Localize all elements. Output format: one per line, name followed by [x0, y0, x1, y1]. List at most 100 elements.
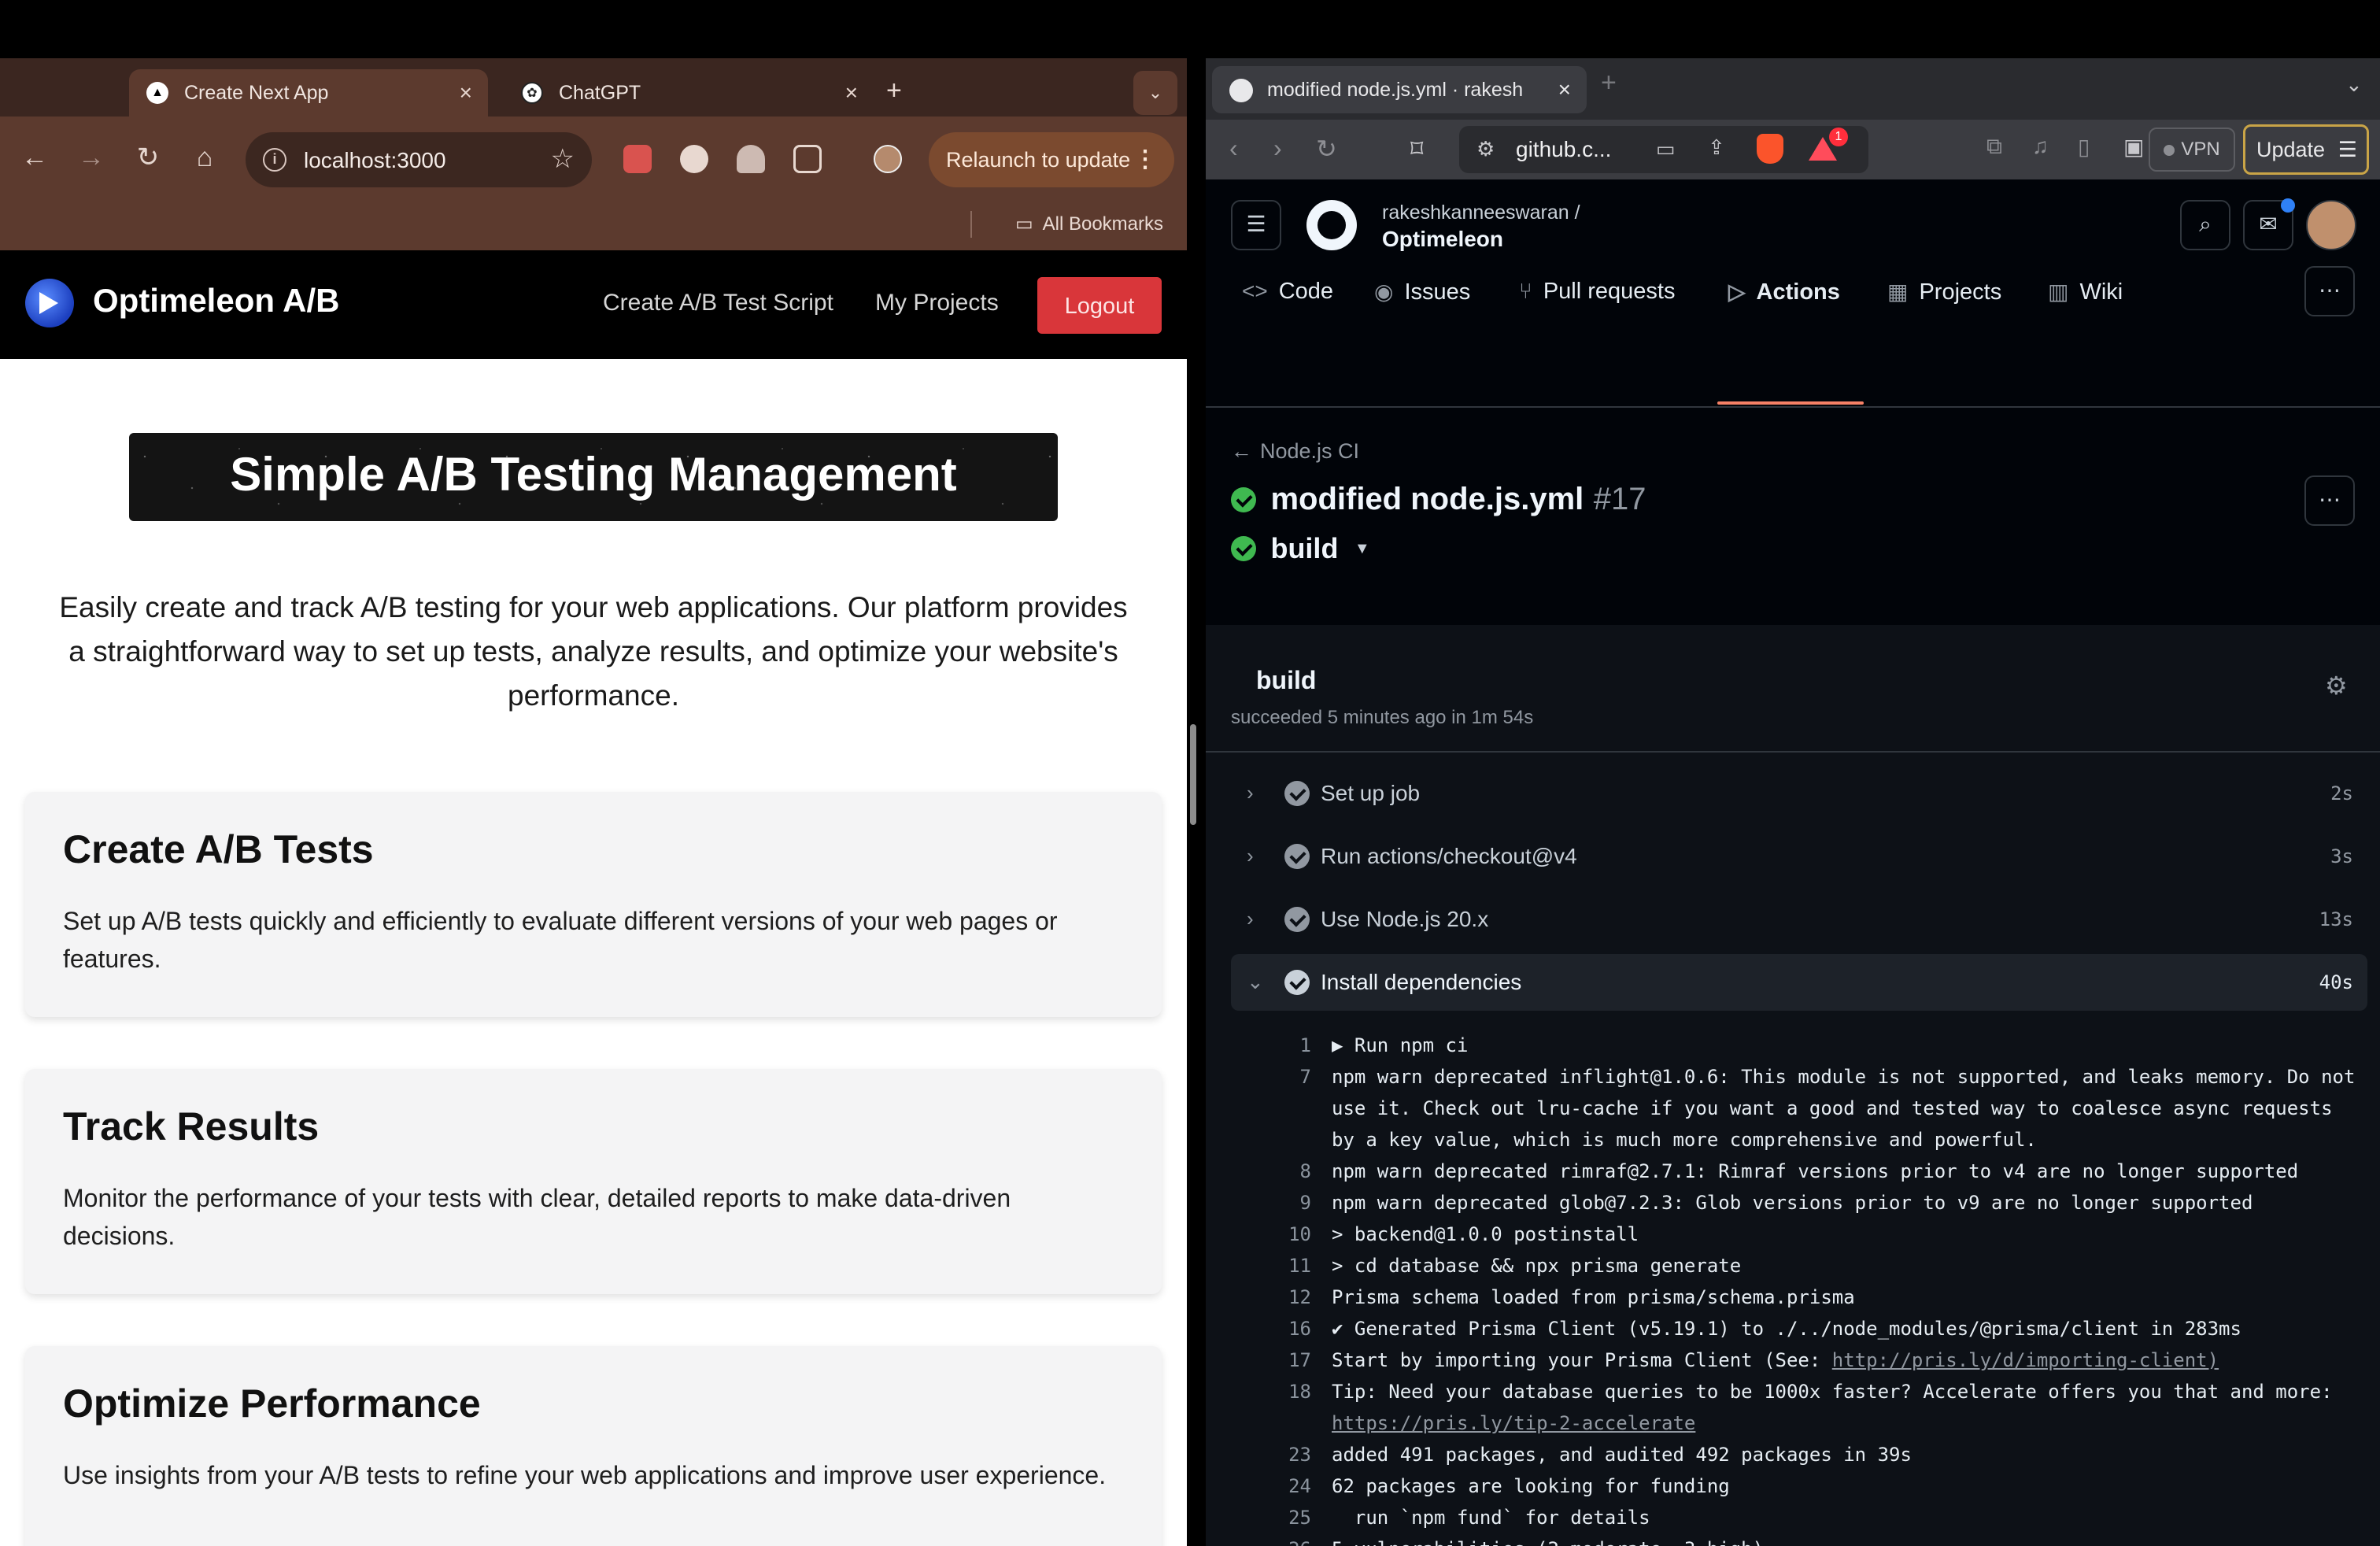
log-line-number[interactable]: 18 — [1206, 1376, 1311, 1407]
job-divider — [1206, 751, 2380, 753]
github-logo-icon[interactable] — [1306, 200, 1357, 250]
back-icon[interactable]: ← — [17, 142, 52, 173]
brave-shields-icon[interactable] — [1757, 134, 1783, 164]
new-tab-button[interactable]: + — [886, 76, 902, 106]
log-link[interactable]: http://pris.ly/d/importing-client) — [1832, 1349, 2219, 1371]
all-bookmarks-button[interactable]: ▭ All Bookmarks — [1015, 213, 1163, 235]
user-avatar[interactable] — [2306, 200, 2356, 250]
tab-issues[interactable]: ◉ Issues — [1374, 279, 1470, 305]
log-line-number[interactable]: 24 — [1206, 1470, 1311, 1502]
app-title[interactable]: Optimeleon A/B — [93, 282, 339, 320]
book-icon: ▥ — [2048, 279, 2069, 304]
caret-down-icon: ▼ — [1354, 539, 1370, 557]
run-more-options-icon[interactable]: ⋯ — [2304, 475, 2355, 526]
search-icon[interactable]: ⌕ — [2180, 200, 2230, 250]
log-link[interactable]: https://pris.ly/tip-2-accelerate — [1332, 1412, 1695, 1434]
tab-label: Wiki — [2079, 279, 2123, 305]
bookmark-icon[interactable]: ⌑ — [1410, 134, 1423, 164]
log-line-number[interactable]: 10 — [1206, 1219, 1311, 1250]
extension-puzzle-icon[interactable]: ⧉ — [1986, 134, 2002, 160]
address-bar[interactable]: i localhost:3000 ☆ — [246, 132, 592, 187]
log-line-number[interactable]: 9 — [1206, 1187, 1311, 1219]
url-text: github.c... — [1516, 137, 1612, 161]
tab-github-run[interactable]: modified node.js.yml · rakesh × — [1212, 66, 1587, 113]
log-line-text: ✔ Generated Prisma Client (v5.19.1) to .… — [1332, 1313, 2364, 1344]
log-line-number[interactable]: 23 — [1206, 1439, 1311, 1470]
log-line-number[interactable]: 11 — [1206, 1250, 1311, 1282]
update-button[interactable]: Update ☰ — [2243, 124, 2369, 175]
feature-card-create: Create A/B Tests Set up A/B tests quickl… — [25, 792, 1162, 1017]
sidebar-icon[interactable]: ▯ — [2078, 134, 2090, 160]
close-tab-icon[interactable]: × — [845, 80, 858, 105]
wallet-icon[interactable]: ▣ — [2123, 134, 2144, 160]
close-tab-icon[interactable]: × — [460, 80, 472, 105]
job-selector[interactable]: build ▼ — [1231, 532, 1370, 565]
step-duration: 3s — [2330, 845, 2353, 867]
reload-icon[interactable]: ↻ — [1316, 134, 1337, 164]
site-settings-icon[interactable]: ⚙ — [1476, 137, 1495, 161]
log-line-number[interactable]: 7 — [1206, 1061, 1311, 1093]
log-line-number[interactable]: 25 — [1206, 1502, 1311, 1533]
log-line-number[interactable]: 1 — [1206, 1030, 1311, 1061]
share-icon[interactable]: ⇪ — [1708, 135, 1725, 160]
back-icon[interactable]: ‹ — [1229, 134, 1238, 163]
tab-pull-requests[interactable]: ⑂ Pull requests — [1519, 279, 1675, 305]
global-nav-menu-icon[interactable]: ☰ — [1231, 200, 1281, 250]
settings-gear-icon[interactable]: ⚙ — [2325, 671, 2348, 701]
tab-create-next-app[interactable]: ▲ Create Next App × — [129, 69, 488, 117]
repo-owner-link[interactable]: rakeshkanneeswaran / — [1382, 202, 1580, 224]
profile-avatar[interactable] — [874, 145, 902, 173]
app-navbar: Optimeleon A/B Create A/B Test Script My… — [0, 250, 1187, 359]
tab-wiki[interactable]: ▥ Wiki — [2048, 279, 2123, 305]
more-tabs-icon[interactable]: ⋯ — [2304, 266, 2355, 316]
log-line-number[interactable]: 16 — [1206, 1313, 1311, 1344]
workflow-back-link[interactable]: ← Node.js CI — [1231, 439, 1359, 464]
nav-create-ab-test-script[interactable]: Create A/B Test Script — [603, 290, 833, 316]
inbox-icon[interactable]: ✉ — [2243, 198, 2295, 250]
log-line-text: npm warn deprecated inflight@1.0.6: This… — [1332, 1061, 2364, 1093]
log-line-number[interactable]: 12 — [1206, 1282, 1311, 1313]
issue-opened-icon: ◉ — [1374, 279, 1394, 304]
tab-list-chevron-icon[interactable]: ⌄ — [2345, 72, 2363, 97]
step-setup-node[interactable]: › Use Node.js 20.x 13s — [1231, 891, 2367, 948]
git-pull-request-icon: ⑂ — [1519, 279, 1532, 303]
forward-icon[interactable]: › — [1273, 134, 1282, 163]
extension-red-icon[interactable] — [623, 145, 652, 173]
repo-name-link[interactable]: Optimeleon — [1382, 227, 1503, 252]
tab-projects[interactable]: ▦ Projects — [1887, 279, 2001, 305]
media-icon[interactable]: ♫ — [2032, 134, 2049, 159]
extension-cloud-icon[interactable] — [680, 145, 708, 173]
log-line-number[interactable]: 8 — [1206, 1156, 1311, 1187]
vpn-button[interactable]: VPN — [2149, 128, 2235, 172]
tab-label: Create Next App — [184, 81, 329, 104]
extensions-puzzle-icon[interactable] — [793, 145, 822, 173]
site-info-icon[interactable]: i — [263, 148, 286, 172]
log-line-text: Prisma schema loaded from prisma/schema.… — [1332, 1282, 2364, 1313]
tab-search-dropdown-icon[interactable]: ⌄ — [1133, 71, 1177, 115]
step-set-up-job[interactable]: › Set up job 2s — [1231, 765, 2367, 822]
window-divider-handle[interactable] — [1190, 724, 1196, 825]
logout-button[interactable]: Logout — [1037, 277, 1162, 334]
step-checkout[interactable]: › Run actions/checkout@v4 3s — [1231, 828, 2367, 885]
log-line-number[interactable]: 26 — [1206, 1533, 1311, 1546]
bookmark-star-icon[interactable]: ☆ — [551, 143, 575, 175]
more-menu-icon[interactable]: ⋮ — [1133, 132, 1157, 187]
home-icon[interactable]: ⌂ — [187, 142, 222, 173]
nav-my-projects[interactable]: My Projects — [875, 290, 999, 316]
notification-badge: 1 — [1829, 128, 1848, 146]
log-line-text: https://pris.ly/tip-2-accelerate — [1332, 1407, 2364, 1439]
forward-icon[interactable]: → — [74, 142, 109, 173]
new-tab-button[interactable]: + — [1601, 68, 1617, 98]
reload-icon[interactable]: ↻ — [131, 142, 165, 173]
cast-icon[interactable]: ▭ — [1656, 137, 1676, 161]
address-bar[interactable]: ⚙ github.c... ▭ ⇪ 1 — [1459, 126, 1868, 173]
optimeleon-logo-icon[interactable] — [25, 279, 74, 327]
close-tab-icon[interactable]: × — [1550, 66, 1571, 113]
tab-chatgpt[interactable]: ✿ ChatGPT × — [504, 69, 874, 117]
tab-code[interactable]: <> Code — [1242, 279, 1333, 305]
log-line-number[interactable]: 17 — [1206, 1344, 1311, 1376]
relaunch-to-update-button[interactable]: Relaunch to update ⋮ — [929, 132, 1174, 187]
step-install-dependencies[interactable]: ⌄ Install dependencies 40s — [1231, 954, 2367, 1011]
tab-actions[interactable]: ▷ Actions — [1728, 279, 1840, 305]
extension-download-icon[interactable] — [737, 145, 765, 173]
